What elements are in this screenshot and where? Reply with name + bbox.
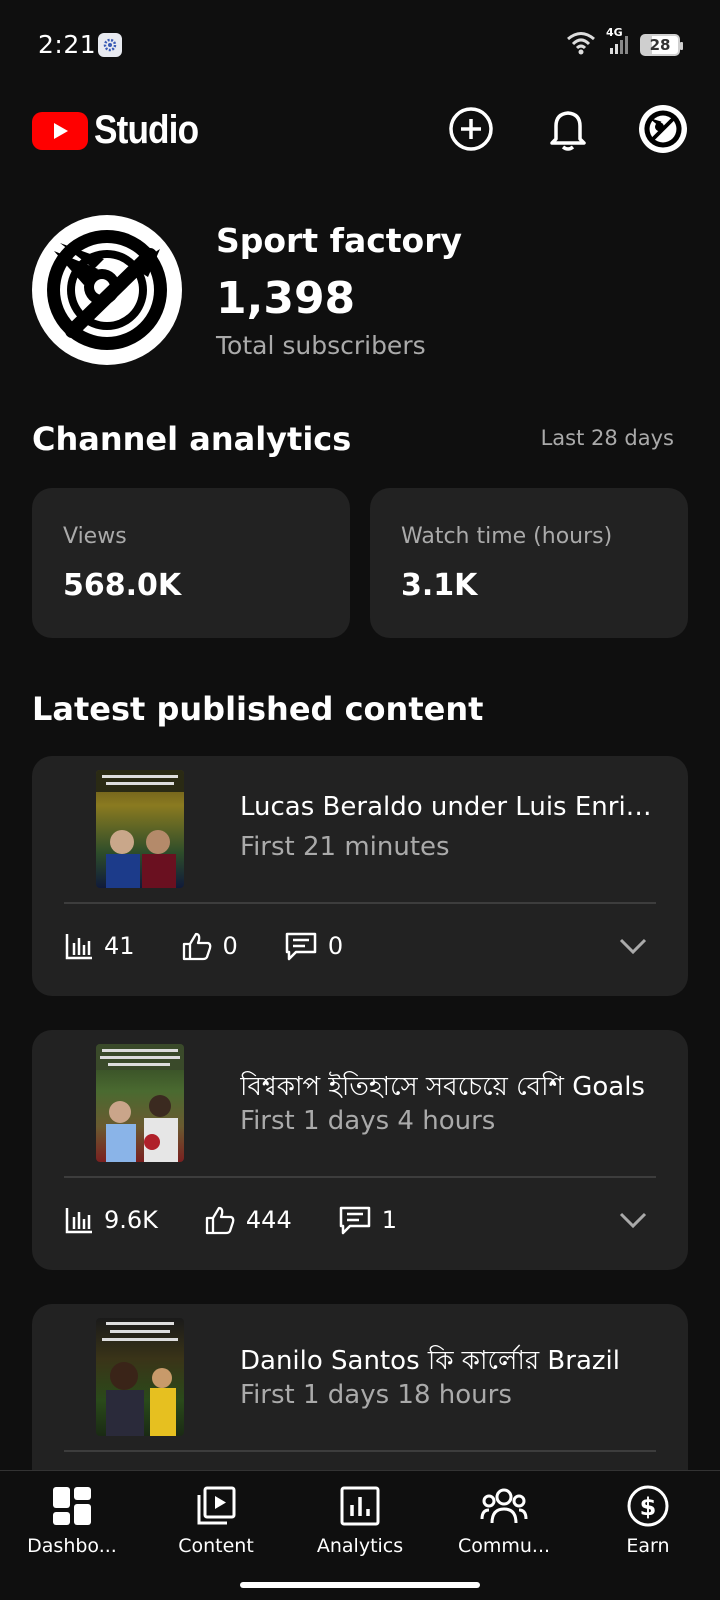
video-age: First 21 minutes	[240, 832, 450, 862]
likes-count: 444	[245, 1206, 292, 1234]
video-thumbnail[interactable]	[96, 770, 184, 888]
comments-count: 0	[327, 932, 344, 960]
nav-community[interactable]: Commu...	[432, 1481, 576, 1557]
notifications-bell-icon[interactable]	[543, 104, 593, 154]
views-card[interactable]: Views 568.0K	[32, 488, 350, 638]
views-stat: 9.6K	[64, 1205, 158, 1235]
video-thumbnail[interactable]	[96, 1044, 184, 1162]
comment-icon	[285, 932, 317, 961]
channel-avatar[interactable]	[32, 215, 182, 365]
channel-logo-icon	[47, 230, 167, 350]
nav-label: Dashbo...	[27, 1535, 117, 1557]
content-card[interactable]: বিশ্বকাপ ইতিহাসে সবচেয়ে বেশি Goals Firs…	[32, 1030, 688, 1270]
nav-analytics[interactable]: Analytics	[288, 1481, 432, 1557]
metric-value: 568.0K	[63, 568, 182, 603]
divider	[64, 1176, 656, 1178]
subscriber-label: Total subscribers	[216, 331, 426, 360]
content-card[interactable]: Lucas Beraldo under Luis Enrique First 2…	[32, 756, 688, 996]
video-stats: 9.6K 444 1	[64, 1200, 443, 1240]
account-avatar[interactable]	[638, 104, 688, 154]
views-stat: 41	[64, 931, 135, 961]
dashboard-icon	[47, 1481, 97, 1531]
video-age: First 1 days 4 hours	[240, 1106, 496, 1136]
subscriber-count: 1,398	[216, 273, 356, 324]
video-thumbnail[interactable]	[96, 1318, 184, 1436]
comments-count: 1	[381, 1206, 397, 1234]
battery-icon: 28	[640, 34, 683, 56]
svg-text:$: $	[640, 1493, 657, 1521]
logo-text: Studio	[94, 108, 199, 152]
create-button[interactable]	[446, 104, 496, 154]
divider	[64, 1450, 656, 1452]
wifi-icon	[566, 31, 596, 59]
likes-stat: 444	[204, 1205, 292, 1235]
analytics-icon	[335, 1481, 385, 1531]
bar-chart-icon	[65, 1208, 92, 1234]
analytics-period: Last 28 days	[540, 426, 674, 450]
thumbs-up-icon	[205, 1206, 235, 1235]
nav-label: Commu...	[457, 1535, 551, 1557]
views-count: 41	[104, 932, 135, 960]
channel-analytics-title: Channel analytics	[32, 420, 352, 458]
nav-content[interactable]: Content	[144, 1481, 288, 1557]
video-stats: 41 0 0	[64, 926, 389, 966]
comments-stat: 1	[338, 1205, 397, 1235]
network-type: 4G	[606, 26, 623, 39]
bar-chart-icon	[65, 934, 92, 960]
nav-label: Earn	[626, 1535, 670, 1557]
comment-icon	[339, 1206, 370, 1235]
video-age: First 1 days 18 hours	[240, 1380, 512, 1410]
chevron-down-icon[interactable]	[618, 934, 648, 958]
divider	[64, 902, 656, 904]
dollar-circle-icon: $	[623, 1481, 673, 1531]
nav-earn[interactable]: $ Earn	[576, 1481, 720, 1557]
thumbs-up-icon	[182, 932, 211, 961]
watch-time-card[interactable]: Watch time (hours) 3.1K	[370, 488, 688, 638]
video-title: বিশ্বকাপ ইতিহাসে সবচেয়ে বেশি Goals	[240, 1072, 645, 1102]
cell-signal-icon: 4G	[604, 26, 632, 60]
likes-stat: 0	[181, 931, 238, 961]
content-library-icon	[191, 1481, 241, 1531]
status-time: 2:21	[38, 30, 97, 59]
youtube-play-icon	[32, 111, 88, 150]
metric-label: Watch time (hours)	[401, 524, 613, 549]
comments-stat: 0	[284, 931, 343, 961]
nav-label: Analytics	[316, 1535, 404, 1557]
video-title: Lucas Beraldo under Luis Enrique	[240, 792, 660, 822]
nav-dashboard[interactable]: Dashbo...	[0, 1481, 144, 1557]
latest-content-title: Latest published content	[32, 690, 484, 728]
views-count: 9.6K	[104, 1206, 158, 1234]
nav-label: Content	[178, 1535, 254, 1557]
video-title: Danilo Santos কি কার্লোর Brazil	[240, 1346, 620, 1376]
bottom-navigation: Dashbo... Content Analytics Commu... $ E…	[0, 1470, 720, 1600]
channel-name: Sport factory	[216, 221, 463, 260]
home-indicator[interactable]	[240, 1582, 480, 1588]
youtube-studio-logo: Studio	[32, 108, 212, 153]
channel-logo-icon	[639, 105, 687, 153]
app-header: Studio	[0, 100, 720, 160]
status-bar: 2:21 4G 28	[0, 0, 720, 90]
metric-label: Views	[63, 524, 127, 549]
channel-summary: Sport factory 1,398 Total subscribers	[32, 215, 692, 365]
metric-value: 3.1K	[401, 568, 478, 603]
battery-level: 28	[649, 36, 671, 54]
chevron-down-icon[interactable]	[618, 1208, 648, 1232]
community-icon	[479, 1481, 529, 1531]
likes-count: 0	[222, 932, 238, 960]
settings-notification-icon	[98, 33, 122, 57]
